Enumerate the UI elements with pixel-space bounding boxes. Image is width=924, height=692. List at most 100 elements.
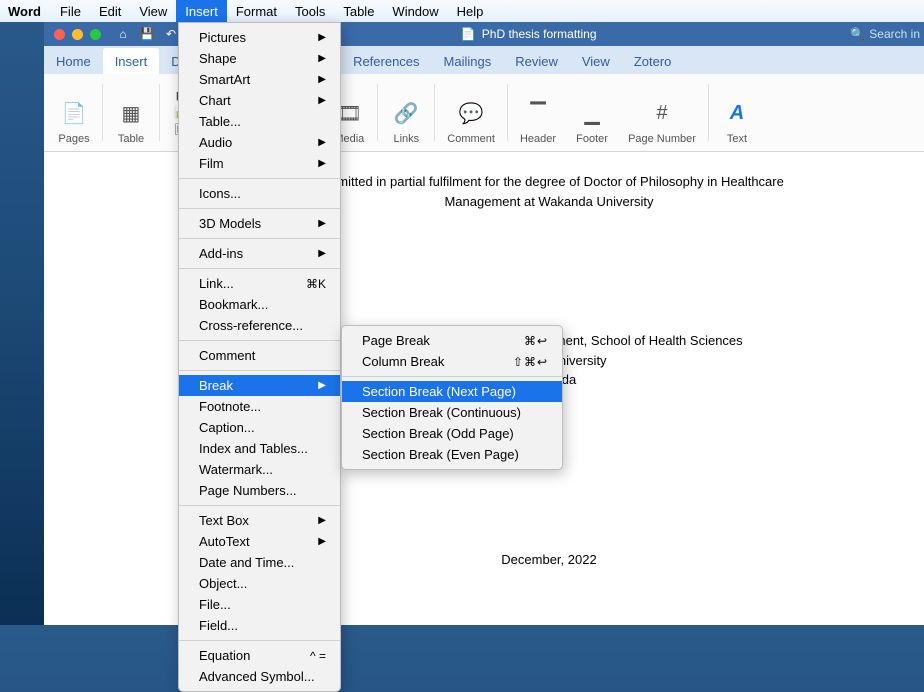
footer-icon: ▁ bbox=[576, 97, 608, 129]
header-icon: ▔ bbox=[522, 97, 554, 129]
doc-line2: Management at Wakanda University bbox=[444, 194, 653, 209]
chevron-right-icon: ▶ bbox=[318, 158, 326, 169]
chevron-right-icon: ▶ bbox=[318, 53, 326, 64]
insert-menu-break[interactable]: Break▶ bbox=[179, 375, 340, 396]
insert-menu-equation[interactable]: Equation^ = bbox=[179, 645, 340, 666]
macmenu-view[interactable]: View bbox=[130, 0, 176, 22]
doc-line1: Submitted in partial fulfilment for the … bbox=[314, 174, 784, 189]
chevron-right-icon: ▶ bbox=[318, 248, 326, 259]
insert-menu-date-and-time[interactable]: Date and Time... bbox=[179, 552, 340, 573]
insert-menu-caption[interactable]: Caption... bbox=[179, 417, 340, 438]
tab-mailings[interactable]: Mailings bbox=[432, 48, 504, 74]
close-icon[interactable] bbox=[54, 29, 65, 40]
minimize-icon[interactable] bbox=[72, 29, 83, 40]
macmenu-format[interactable]: Format bbox=[227, 0, 286, 22]
chevron-right-icon: ▶ bbox=[318, 95, 326, 106]
insert-menu-smartart[interactable]: SmartArt▶ bbox=[179, 69, 340, 90]
chevron-right-icon: ▶ bbox=[318, 218, 326, 229]
ribbon-comment[interactable]: 💬Comment bbox=[439, 78, 503, 147]
window-title: PhD thesis formatting bbox=[482, 27, 597, 41]
tab-home[interactable]: Home bbox=[44, 48, 103, 74]
pages-icon: 📄 bbox=[58, 97, 90, 129]
insert-menu-field[interactable]: Field... bbox=[179, 615, 340, 636]
ribbon-table[interactable]: ▦ Table bbox=[107, 78, 155, 147]
ribbon-pages-label: Pages bbox=[58, 133, 89, 145]
insert-menu-text-box[interactable]: Text Box▶ bbox=[179, 510, 340, 531]
titlebar: ⌂ 💾 ↶ ↷ 📄 PhD thesis formatting 🔍 Search… bbox=[44, 22, 924, 46]
chevron-right-icon: ▶ bbox=[318, 380, 326, 391]
word-window: ⌂ 💾 ↶ ↷ 📄 PhD thesis formatting 🔍 Search… bbox=[44, 22, 924, 625]
insert-menu-link[interactable]: Link...⌘K bbox=[179, 273, 340, 294]
insert-menu-shape[interactable]: Shape▶ bbox=[179, 48, 340, 69]
insert-menu-object[interactable]: Object... bbox=[179, 573, 340, 594]
doc-icon: 📄 bbox=[461, 27, 476, 41]
insert-menu-file[interactable]: File... bbox=[179, 594, 340, 615]
ribbon-footer[interactable]: ▁Footer bbox=[568, 78, 616, 147]
ribbon-text[interactable]: AText bbox=[713, 78, 761, 147]
insert-menu-page-numbers[interactable]: Page Numbers... bbox=[179, 480, 340, 501]
macmenu-table[interactable]: Table bbox=[334, 0, 383, 22]
traffic-lights[interactable] bbox=[44, 29, 111, 40]
text-icon: A bbox=[721, 97, 753, 129]
insert-menu[interactable]: Pictures▶Shape▶SmartArt▶Chart▶Table...Au… bbox=[178, 22, 341, 692]
tab-view[interactable]: View bbox=[570, 48, 622, 74]
ribbon-links[interactable]: 🔗Links bbox=[382, 78, 430, 147]
macmenu-file[interactable]: File bbox=[51, 0, 90, 22]
tab-review[interactable]: Review bbox=[503, 48, 570, 74]
insert-menu-add-ins[interactable]: Add-ins▶ bbox=[179, 243, 340, 264]
insert-menu-3d-models[interactable]: 3D Models▶ bbox=[179, 213, 340, 234]
comment-icon: 💬 bbox=[455, 97, 487, 129]
chevron-right-icon: ▶ bbox=[318, 74, 326, 85]
macmenu-insert[interactable]: Insert bbox=[176, 0, 227, 22]
insert-menu-icons[interactable]: Icons... bbox=[179, 183, 340, 204]
insert-menu-advanced-symbol[interactable]: Advanced Symbol... bbox=[179, 666, 340, 687]
chevron-right-icon: ▶ bbox=[318, 32, 326, 43]
mac-menubar: Word FileEditViewInsertFormatToolsTableW… bbox=[0, 0, 924, 22]
search-icon: 🔍 bbox=[850, 27, 865, 41]
insert-menu-footnote[interactable]: Footnote... bbox=[179, 396, 340, 417]
macmenu-edit[interactable]: Edit bbox=[90, 0, 130, 22]
break-submenu-section-break-next-page[interactable]: Section Break (Next Page) bbox=[342, 381, 562, 402]
insert-menu-bookmark[interactable]: Bookmark... bbox=[179, 294, 340, 315]
chevron-right-icon: ▶ bbox=[318, 536, 326, 547]
search-box[interactable]: 🔍 Search in bbox=[850, 27, 924, 41]
chevron-right-icon: ▶ bbox=[318, 137, 326, 148]
insert-menu-cross-reference[interactable]: Cross-reference... bbox=[179, 315, 340, 336]
ribbon-table-label: Table bbox=[118, 133, 144, 145]
break-submenu-section-break-odd-page[interactable]: Section Break (Odd Page) bbox=[342, 423, 562, 444]
break-submenu[interactable]: Page Break⌘↩Column Break⇧⌘↩ Section Break… bbox=[341, 325, 563, 470]
zoom-icon[interactable] bbox=[90, 29, 101, 40]
ribbon-page-number[interactable]: #Page Number bbox=[620, 78, 704, 147]
insert-menu-autotext[interactable]: AutoText▶ bbox=[179, 531, 340, 552]
insert-menu-film[interactable]: Film▶ bbox=[179, 153, 340, 174]
insert-menu-table[interactable]: Table... bbox=[179, 111, 340, 132]
table-icon: ▦ bbox=[115, 97, 147, 129]
insert-menu-index-and-tables[interactable]: Index and Tables... bbox=[179, 438, 340, 459]
app-name: Word bbox=[8, 4, 41, 19]
tab-zotero[interactable]: Zotero bbox=[622, 48, 684, 74]
insert-menu-watermark[interactable]: Watermark... bbox=[179, 459, 340, 480]
ribbon-tabs: HomeInsertDrawDesignLayoutReferencesMail… bbox=[44, 46, 924, 74]
break-submenu-section-break-continuous[interactable]: Section Break (Continuous) bbox=[342, 402, 562, 423]
ribbon-pages[interactable]: 📄 Pages bbox=[50, 78, 98, 147]
break-submenu-section-break-even-page[interactable]: Section Break (Even Page) bbox=[342, 444, 562, 465]
save-icon[interactable]: 💾 bbox=[135, 27, 159, 41]
macmenu-tools[interactable]: Tools bbox=[286, 0, 334, 22]
home-icon[interactable]: ⌂ bbox=[111, 27, 135, 41]
insert-menu-audio[interactable]: Audio▶ bbox=[179, 132, 340, 153]
break-submenu-column-break[interactable]: Column Break⇧⌘↩ bbox=[342, 351, 562, 372]
ribbon: 📄Pages ▦Table ◧SmartArt ▾ 📊Chart ▾ 🖼Scre… bbox=[44, 74, 924, 152]
tab-insert[interactable]: Insert bbox=[103, 48, 160, 74]
macmenu-help[interactable]: Help bbox=[448, 0, 493, 22]
links-icon: 🔗 bbox=[390, 97, 422, 129]
insert-menu-chart[interactable]: Chart▶ bbox=[179, 90, 340, 111]
break-submenu-page-break[interactable]: Page Break⌘↩ bbox=[342, 330, 562, 351]
chevron-right-icon: ▶ bbox=[318, 515, 326, 526]
ribbon-header[interactable]: ▔Header bbox=[512, 78, 564, 147]
pagenum-icon: # bbox=[646, 97, 678, 129]
insert-menu-pictures[interactable]: Pictures▶ bbox=[179, 27, 340, 48]
macmenu-window[interactable]: Window bbox=[383, 0, 447, 22]
insert-menu-comment[interactable]: Comment bbox=[179, 345, 340, 366]
search-placeholder: Search in bbox=[869, 27, 920, 41]
tab-references[interactable]: References bbox=[341, 48, 431, 74]
